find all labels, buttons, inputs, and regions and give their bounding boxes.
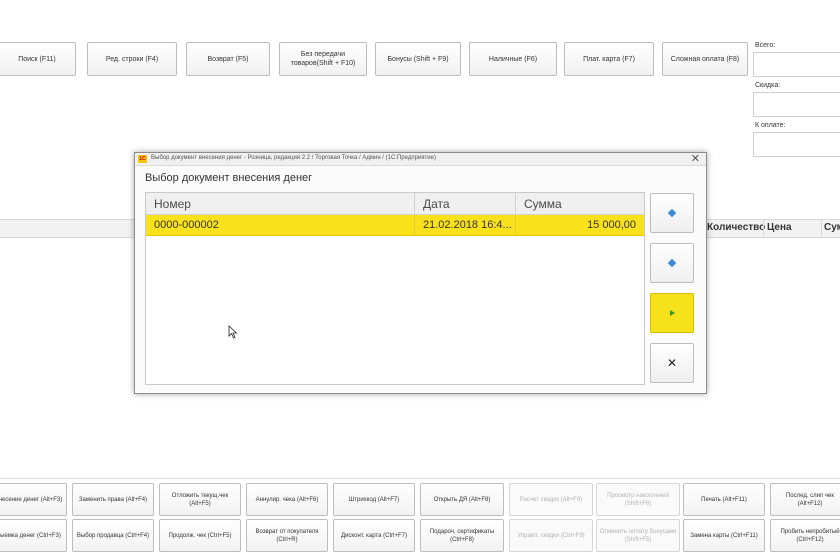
cash-out-button[interactable]: Выемка денег (Ctrl+F3): [0, 519, 67, 552]
discount-label: Скидка:: [755, 82, 781, 89]
continue-receipt-button[interactable]: Продолж. чек (Ctrl+F5): [159, 519, 241, 552]
close-icon: ✕: [666, 356, 678, 370]
edit-row-button[interactable]: Ред. строки (F4): [87, 42, 177, 76]
column-price: Цена: [767, 222, 792, 233]
search-button[interactable]: Поиск (F11): [0, 42, 76, 76]
close-icon[interactable]: ✕: [691, 153, 700, 166]
cancel-button[interactable]: ✕: [650, 343, 694, 383]
column-amount[interactable]: Сумма: [524, 197, 562, 211]
replace-card-button[interactable]: Замена карты (Ctrl+F11): [683, 519, 765, 552]
total-label: Всего:: [755, 42, 776, 49]
gift-certificates-button[interactable]: Подароч. сертификаты (Ctrl+F8): [420, 519, 504, 552]
row-amount: 15 000,00: [587, 219, 636, 231]
select-button[interactable]: [650, 293, 694, 333]
card-payment-button[interactable]: Плат. карта (F7): [564, 42, 654, 76]
dialog-titlebar[interactable]: 1С Выбор документ внесения денег - Розни…: [135, 153, 706, 166]
table-row[interactable]: 0000-000002 21.02.2018 16:4... 15 000,00: [146, 215, 644, 236]
move-down-icon: [667, 258, 677, 268]
column-date[interactable]: Дата: [423, 197, 450, 211]
move-up-icon: [667, 208, 677, 218]
discount-field: [753, 92, 840, 117]
documents-table-header: Номер Дата Сумма: [146, 193, 644, 215]
total-field: [753, 52, 840, 77]
cancel-receipt-button[interactable]: Аннулир. чека (Alt+F6): [246, 483, 328, 516]
calc-discounts-button[interactable]: Расчет скидок (Alt+F9): [509, 483, 593, 516]
cancel-bonus-payment-button[interactable]: Отменить оплату бонусами (Shift+F5): [596, 519, 680, 552]
manage-discounts-button[interactable]: Управл. скидки (Ctrl+F9): [509, 519, 593, 552]
complex-payment-button[interactable]: Сложная оплата (F8): [662, 42, 748, 76]
row-number: 0000-000002: [154, 219, 219, 231]
open-cash-drawer-button[interactable]: Открыть ДЯ (Alt+F8): [420, 483, 504, 516]
postpone-receipt-button[interactable]: Отложить текущ.чек (Alt+F5): [159, 483, 241, 516]
dialog-heading: Выбор документ внесения денег: [145, 172, 313, 184]
bonuses-button[interactable]: Бонусы (Shift + F9): [375, 42, 461, 76]
move-down-button[interactable]: [650, 243, 694, 283]
view-savings-button[interactable]: Просмотр накоплений (Shift+F6): [596, 483, 680, 516]
return-button[interactable]: Возврат (F5): [186, 42, 270, 76]
row-date: 21.02.2018 16:4...: [423, 219, 512, 231]
mouse-cursor-icon: [228, 325, 238, 339]
discount-card-button[interactable]: Дисконт. карта (Ctrl+F7): [333, 519, 415, 552]
dialog-window-title: Выбор документ внесения денег - Розница,…: [151, 155, 436, 161]
app-logo-icon: 1С: [138, 155, 147, 163]
cash-in-button[interactable]: Внесение денег (Alt+F3): [0, 483, 67, 516]
documents-table: Номер Дата Сумма 0000-000002 21.02.2018 …: [145, 192, 645, 385]
print-button[interactable]: Печать (Alt+F11): [683, 483, 765, 516]
select-seller-button[interactable]: Выбор продавца (Ctrl+F4): [72, 519, 154, 552]
to-pay-label: К оплате:: [755, 122, 786, 129]
to-pay-field: [753, 132, 840, 157]
last-slip-button[interactable]: Послед. слип чек (Alt+F12): [770, 483, 840, 516]
barcode-button[interactable]: Штрихкод (Alt+F7): [333, 483, 415, 516]
cash-button[interactable]: Наличные (F6): [469, 42, 557, 76]
change-rights-button[interactable]: Заменить права (Alt+F4): [72, 483, 154, 516]
column-number[interactable]: Номер: [154, 197, 191, 211]
move-up-button[interactable]: [650, 193, 694, 233]
select-cash-in-dialog: 1С Выбор документ внесения денег - Розни…: [134, 152, 707, 394]
column-quantity: Количество: [707, 222, 766, 233]
select-icon: [669, 310, 675, 316]
punch-unpunched-button[interactable]: Пробить непробитый (Ctrl+F12): [770, 519, 840, 552]
customer-return-button[interactable]: Возврат от покупателя (Ctrl+R): [246, 519, 328, 552]
no-goods-transfer-button[interactable]: Без передачи товаров(Shift + F10): [279, 42, 367, 76]
column-sum: Сумма: [824, 222, 840, 233]
